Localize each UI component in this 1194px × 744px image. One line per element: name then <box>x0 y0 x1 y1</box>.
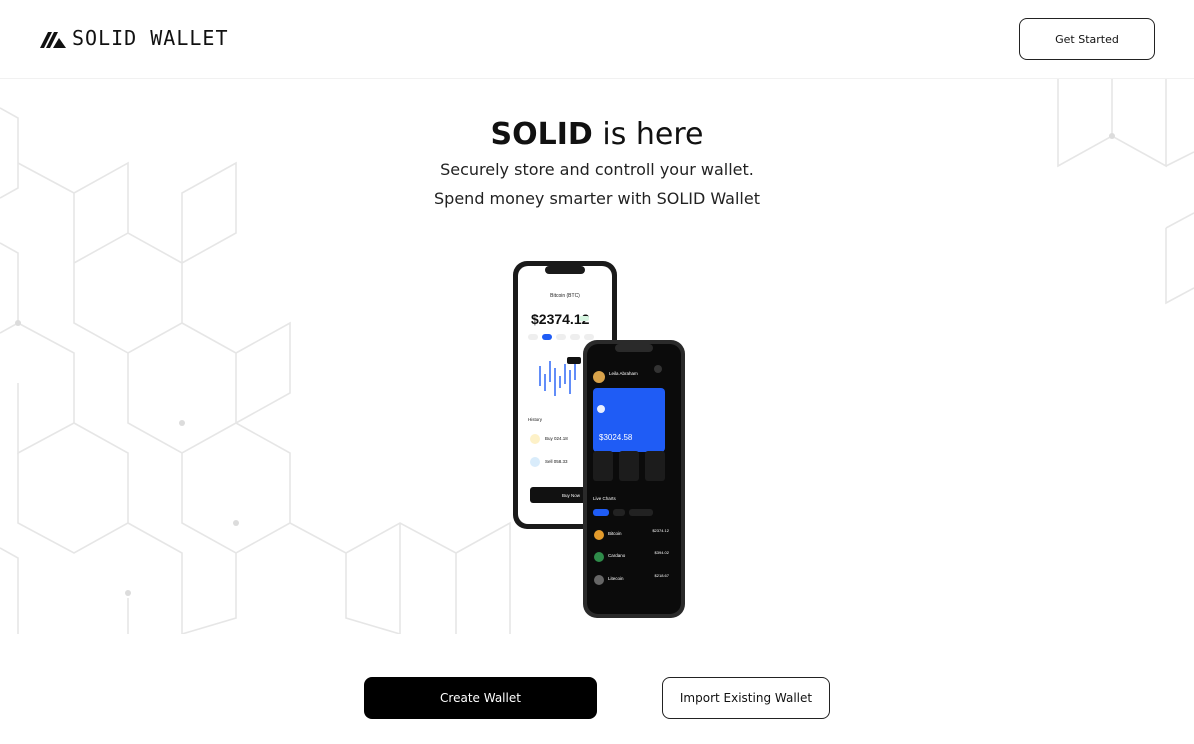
user-name: Leila Abraham <box>609 371 638 376</box>
buy-now-label: Buy Now <box>562 493 581 498</box>
history-item-2: Sell 058.33 <box>545 459 568 464</box>
coin-row-2-value: $394.02 <box>655 550 670 555</box>
coin-row-1-value: $2374.12 <box>652 528 669 533</box>
coin-row-2-name: Cardano <box>608 553 626 558</box>
get-started-button[interactable]: Get Started <box>1019 18 1155 60</box>
brand-name: SOLID WALLET <box>72 26 229 50</box>
top-bar: SOLID WALLET Get Started <box>0 0 1194 78</box>
coin-row-1-name: Bitcoin <box>608 531 622 536</box>
history-item-1: Buy 024.18 <box>545 436 568 441</box>
live-charts-label: Live Charts <box>593 496 617 501</box>
hero-subtitle-line-1: Securely store and controll your wallet. <box>440 160 754 179</box>
hero-subtitle-line-2: Spend money smarter with SOLID Wallet <box>434 189 760 208</box>
hero-section: SOLID is here Securely store and control… <box>0 115 1194 213</box>
coin-row-3-value: $218.67 <box>655 573 670 578</box>
import-wallet-button[interactable]: Import Existing Wallet <box>662 677 830 719</box>
coin-row-3-name: Litecoin <box>608 576 624 581</box>
create-wallet-button[interactable]: Create Wallet <box>364 677 597 719</box>
hero-title: SOLID is here <box>490 117 704 152</box>
history-label: History <box>528 417 543 422</box>
phones-illustration: Bitcoin (BTC) $2374.12 History Buy 024.1… <box>513 261 685 618</box>
brand-logo[interactable]: SOLID WALLET <box>40 26 229 50</box>
coin-title: Bitcoin (BTC) <box>550 293 580 299</box>
card-balance: $3024.58 <box>599 433 633 442</box>
phone-dark: Leila Abraham $3024.58 Live Charts Bitco… <box>583 340 685 618</box>
logo-mark-icon <box>40 32 66 48</box>
